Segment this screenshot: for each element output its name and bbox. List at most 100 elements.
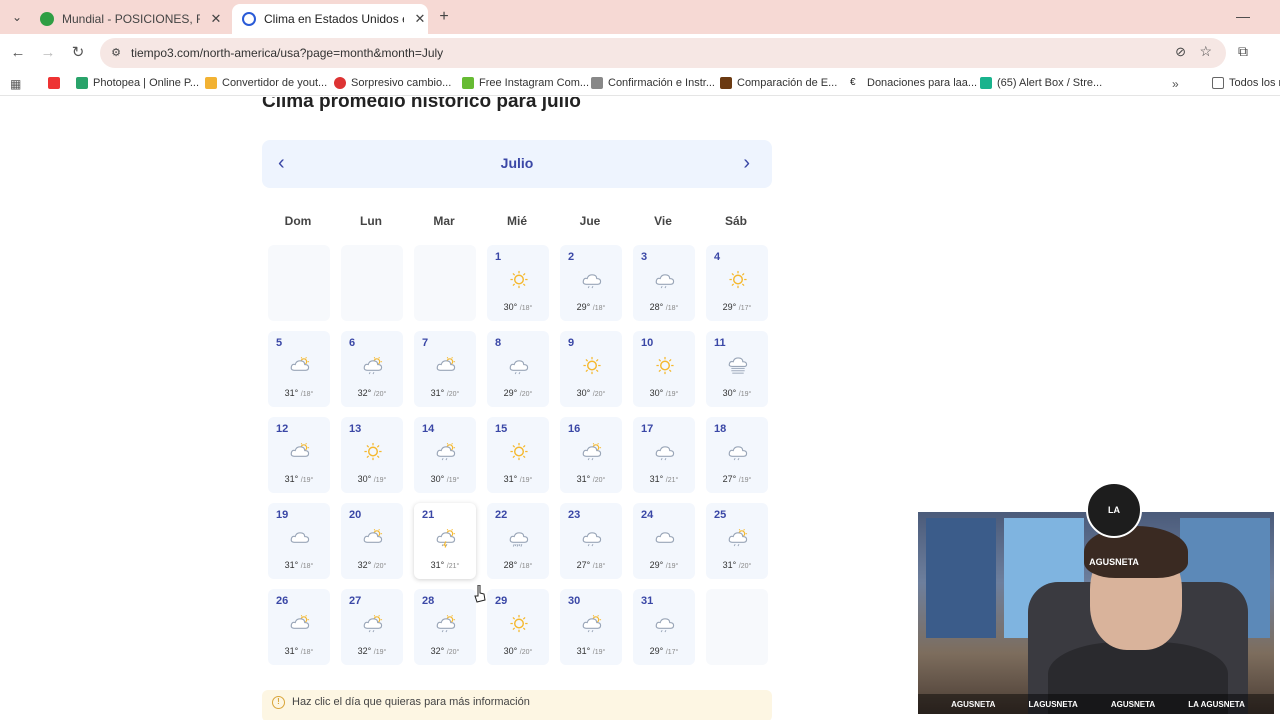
- site-info-icon[interactable]: ⚙: [108, 45, 124, 61]
- extensions-icon[interactable]: ⧉: [1238, 43, 1248, 60]
- euro-icon: €: [850, 77, 862, 89]
- tab-clima[interactable]: Clima en Estados Unidos en julio ✕: [232, 4, 428, 34]
- day-cell-4[interactable]: 4 29° /17°: [706, 245, 768, 321]
- day-cell-22[interactable]: 22 28° /18°: [487, 503, 549, 579]
- bookmark-convertidor[interactable]: Convertidor de yout...: [205, 77, 327, 89]
- min-temp: /18°: [665, 305, 679, 312]
- temperature: 31° /18°: [268, 646, 330, 656]
- new-tab-icon[interactable]: +: [436, 8, 452, 26]
- day-cell-2[interactable]: 2 29° /18°: [560, 245, 622, 321]
- day-cell-15[interactable]: 15 31° /19°: [487, 417, 549, 493]
- max-temp: 30°: [649, 388, 664, 398]
- day-cell-12[interactable]: 12 31° /19°: [268, 417, 330, 493]
- bookmark-photopea[interactable]: Photopea | Online P...: [76, 77, 199, 89]
- day-cell-21[interactable]: 21 31° /21°: [414, 503, 476, 579]
- max-temp: 27°: [576, 560, 591, 570]
- day-number: 28: [422, 595, 435, 607]
- temperature: 31° /21°: [414, 560, 476, 570]
- temperature: 31° /20°: [706, 560, 768, 570]
- bookmark-donaciones[interactable]: € Donaciones para laa...: [850, 77, 977, 89]
- day-number: 2: [568, 251, 575, 263]
- day-cell-18[interactable]: 18 27° /19°: [706, 417, 768, 493]
- min-temp: /18°: [519, 305, 533, 312]
- bookmark-comparacion[interactable]: Comparación de E...: [720, 77, 837, 89]
- sun-icon: [362, 442, 384, 462]
- next-month-icon[interactable]: ›: [743, 152, 750, 175]
- day-number: 13: [349, 423, 362, 435]
- tab-mundial[interactable]: Mundial - POSICIONES, RESULT ✕: [30, 4, 230, 34]
- temperature: 29° /18°: [560, 302, 622, 312]
- back-icon[interactable]: ←: [8, 43, 28, 63]
- day-cell-31[interactable]: 31 29° /17°: [633, 589, 695, 665]
- bookmark-all[interactable]: Todos los m: [1212, 77, 1280, 89]
- address-bar[interactable]: ⚙ tiempo3.com/north-america/usa?page=mon…: [100, 38, 1226, 68]
- day-cell-11[interactable]: 11 30° /19°: [706, 331, 768, 407]
- more-bookmarks-icon[interactable]: »: [1172, 77, 1179, 91]
- day-cell-13[interactable]: 13 30° /19°: [341, 417, 403, 493]
- bookmark-confirmacion[interactable]: Confirmación e Instr...: [591, 77, 715, 89]
- day-cell-6[interactable]: 6 32° /20°: [341, 331, 403, 407]
- weekday-label: Mar: [433, 214, 455, 228]
- tab-title: Mundial - POSICIONES, RESULT: [62, 12, 200, 26]
- day-cell-14[interactable]: 14 30° /19°: [414, 417, 476, 493]
- sun-icon: [508, 614, 530, 634]
- tab-bar: ⌄ Mundial - POSICIONES, RESULT ✕ Clima e…: [0, 0, 1280, 34]
- min-temp: /19°: [738, 391, 752, 398]
- bookmark-star-icon[interactable]: ☆: [1199, 43, 1212, 60]
- day-cell-23[interactable]: 23 27° /18°: [560, 503, 622, 579]
- youtube-icon: [48, 77, 60, 89]
- day-cell-24[interactable]: 24 29° /19°: [633, 503, 695, 579]
- min-temp: /19°: [300, 477, 314, 484]
- day-cell-20[interactable]: 20 32° /20°: [341, 503, 403, 579]
- bookmark-instagram[interactable]: Free Instagram Com...: [462, 77, 589, 89]
- day-cell-10[interactable]: 10 30° /19°: [633, 331, 695, 407]
- close-tab-icon[interactable]: ✕: [208, 11, 224, 27]
- temperature: 28° /18°: [633, 302, 695, 312]
- mouse-cursor-icon: [474, 585, 486, 603]
- temperature: 29° /20°: [487, 388, 549, 398]
- max-temp: 32°: [357, 646, 372, 656]
- day-cell-9[interactable]: 9 30° /20°: [560, 331, 622, 407]
- bookmark-sorpresivo[interactable]: Sorpresivo cambio...: [334, 77, 451, 89]
- day-cell-28[interactable]: 28 32° /20°: [414, 589, 476, 665]
- partly-cloudy-icon: [435, 356, 457, 376]
- close-tab-icon[interactable]: ✕: [412, 11, 428, 27]
- day-number: 23: [568, 509, 581, 521]
- day-cell-7[interactable]: 7 31° /20°: [414, 331, 476, 407]
- day-cell-17[interactable]: 17 31° /21°: [633, 417, 695, 493]
- max-temp: 31°: [430, 560, 445, 570]
- min-temp: /18°: [300, 563, 314, 570]
- day-number: 18: [714, 423, 727, 435]
- day-cell-27[interactable]: 27 32° /19°: [341, 589, 403, 665]
- day-number: 26: [276, 595, 289, 607]
- day-cell-3[interactable]: 3 28° /18°: [633, 245, 695, 321]
- day-cell-25[interactable]: 25 31° /20°: [706, 503, 768, 579]
- day-cell-26[interactable]: 26 31° /18°: [268, 589, 330, 665]
- minimize-icon[interactable]: —: [1236, 8, 1250, 24]
- temperature: 31° /18°: [268, 560, 330, 570]
- day-number: 24: [641, 509, 654, 521]
- day-cell-30[interactable]: 30 31° /19°: [560, 589, 622, 665]
- day-cell-19[interactable]: 19 31° /18°: [268, 503, 330, 579]
- day-number: 16: [568, 423, 581, 435]
- day-cell-16[interactable]: 16 31° /20°: [560, 417, 622, 493]
- forward-icon[interactable]: →: [38, 43, 58, 63]
- url-text[interactable]: tiempo3.com/north-america/usa?page=month…: [131, 46, 443, 60]
- cloud-rain-icon: [654, 442, 676, 462]
- day-cell-29[interactable]: 29 30° /20°: [487, 589, 549, 665]
- temperature: 30° /19°: [341, 474, 403, 484]
- day-cell-8[interactable]: 8 29° /20°: [487, 331, 549, 407]
- day-number: 10: [641, 337, 654, 349]
- day-number: 17: [641, 423, 654, 435]
- bookmark-youtube[interactable]: [48, 77, 65, 89]
- folder-icon: [1212, 77, 1224, 89]
- day-cell-5[interactable]: 5 31° /18°: [268, 331, 330, 407]
- eye-off-icon[interactable]: ⊘: [1175, 44, 1186, 60]
- bookmark-alertbox[interactable]: (65) Alert Box / Stre...: [980, 77, 1102, 89]
- bookmark-label: Comparación de E...: [737, 77, 838, 89]
- apps-grid-icon[interactable]: ▦: [10, 77, 21, 91]
- tab-search-icon[interactable]: ⌄: [6, 6, 28, 28]
- reload-icon[interactable]: ↻: [68, 43, 88, 63]
- day-cell-1[interactable]: 1 30° /18°: [487, 245, 549, 321]
- max-temp: 31°: [430, 388, 445, 398]
